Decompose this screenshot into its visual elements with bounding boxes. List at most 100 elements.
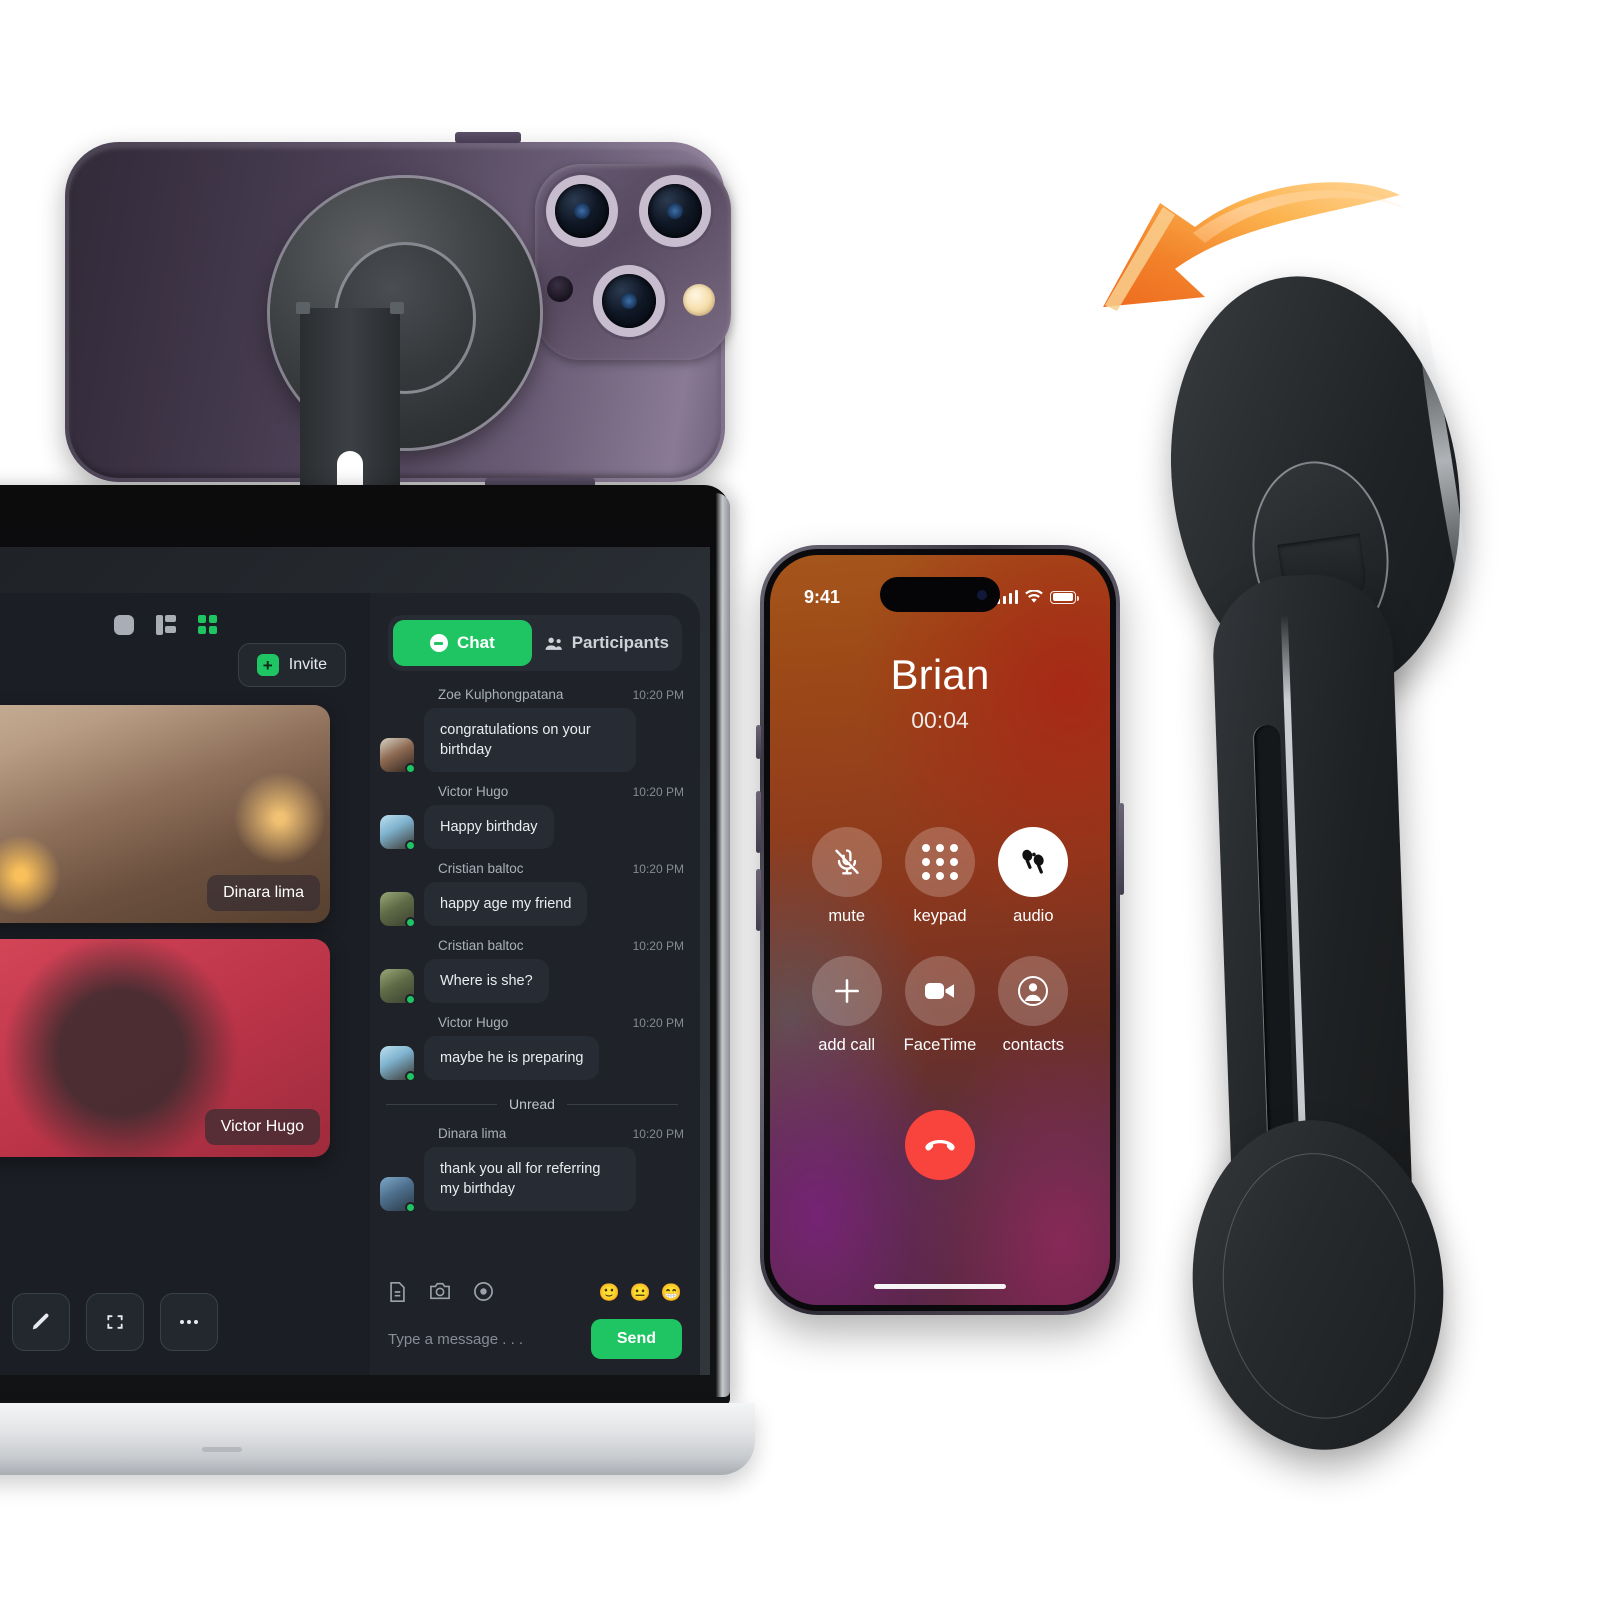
annotate-button[interactable] <box>12 1293 70 1351</box>
message-time: 10:20 PM <box>632 785 684 799</box>
avatar <box>380 815 416 851</box>
fullscreen-icon <box>107 1315 123 1329</box>
chat-message: Victor Hugo 10:20 PM maybe he is prepari… <box>380 1015 684 1082</box>
call-stage-panel: Group + Invite <box>0 593 370 1375</box>
grid-view-icon[interactable] <box>198 615 218 635</box>
iphone-display: 9:41 Brian 00:04 mute keypad audio add c… <box>770 555 1110 1305</box>
right-product-standalone-mount <box>1141 255 1505 1461</box>
online-status-dot <box>405 994 416 1005</box>
send-button[interactable]: Send <box>590 1319 682 1359</box>
message-header: Dinara lima 10:20 PM <box>438 1126 684 1141</box>
message-time: 10:20 PM <box>632 1016 684 1030</box>
message-author: Cristian baltoc <box>438 861 524 876</box>
message-row: maybe he is preparing <box>380 1036 684 1082</box>
record-icon[interactable] <box>473 1281 494 1302</box>
video-camera-icon <box>904 956 975 1026</box>
avatar <box>380 738 416 774</box>
camera-lens-icon <box>555 184 609 238</box>
iphone-power-button <box>1119 803 1124 895</box>
mount-bottom-disc <box>1179 1109 1457 1461</box>
chat-message: Zoe Kulphongpatana 10:20 PM congratulati… <box>380 687 684 774</box>
plus-icon: + <box>256 654 279 676</box>
invite-button[interactable]: + Invite <box>237 643 346 687</box>
keypad-control[interactable]: keypad <box>893 827 986 926</box>
person-circle-icon <box>998 956 1069 1026</box>
macbook-pro: Group + Invite <box>0 485 880 1485</box>
camera-island <box>535 164 731 360</box>
mount-tab-left <box>296 302 310 314</box>
facetime-control[interactable]: FaceTime <box>893 956 986 1055</box>
call-controls-bar: End call <box>0 1265 370 1375</box>
chat-message-list[interactable]: Zoe Kulphongpatana 10:20 PM congratulati… <box>370 671 700 1281</box>
attachment-icons <box>388 1281 494 1303</box>
message-bubble: happy age my friend <box>424 882 588 926</box>
message-time: 10:20 PM <box>632 688 684 702</box>
avatar <box>380 892 416 928</box>
end-call-button[interactable] <box>905 1110 975 1180</box>
message-author: Zoe Kulphongpatana <box>438 687 564 702</box>
add-call-control[interactable]: add call <box>800 956 893 1055</box>
composer-toolbar: 🙂 😐 😁 <box>388 1281 682 1303</box>
video-tile-grid: Dinara lima Victor Hugo <box>0 705 370 1173</box>
message-time: 10:20 PM <box>632 862 684 876</box>
camera-icon[interactable] <box>429 1281 451 1301</box>
message-input[interactable]: Type a message . . . <box>388 1331 523 1348</box>
message-header: Cristian baltoc 10:20 PM <box>438 938 684 953</box>
macbook-brand-label: MacBook Pro <box>0 1365 40 1396</box>
emoji-reaction[interactable]: 😁 <box>661 1284 682 1301</box>
camera-lens-icon <box>648 184 702 238</box>
emoji-reaction[interactable]: 🙂 <box>598 1284 619 1301</box>
video-tile[interactable]: Dinara lima <box>0 705 330 923</box>
video-tile[interactable]: Victor Hugo <box>0 939 330 1157</box>
sidebar-view-icon[interactable] <box>156 615 176 635</box>
more-options-button[interactable] <box>160 1293 218 1351</box>
dynamic-island <box>880 577 1000 612</box>
message-row: happy age my friend <box>380 882 684 928</box>
audio-control[interactable]: audio <box>987 827 1080 926</box>
online-status-dot <box>405 917 416 928</box>
audio-label: audio <box>1013 907 1054 925</box>
tab-participants[interactable]: Participants <box>536 620 677 666</box>
lidar-icon <box>547 276 573 302</box>
document-icon[interactable] <box>388 1281 407 1303</box>
mute-control[interactable]: mute <box>800 827 893 926</box>
online-status-dot <box>405 1202 416 1213</box>
online-status-dot <box>405 1071 416 1082</box>
airpods-icon <box>998 827 1069 897</box>
tab-chat[interactable]: Chat <box>393 620 532 666</box>
status-time: 9:41 <box>804 586 841 607</box>
message-author: Dinara lima <box>438 1126 507 1141</box>
mic-off-icon <box>811 827 882 897</box>
speaker-view-icon[interactable] <box>114 615 134 635</box>
chat-message: Cristian baltoc 10:20 PM happy age my fr… <box>380 861 684 928</box>
emoji-reaction[interactable]: 😐 <box>630 1284 651 1301</box>
macbook-base <box>0 1403 755 1475</box>
chat-message: Cristian baltoc 10:20 PM Where is she? <box>380 938 684 1005</box>
message-header: Cristian baltoc 10:20 PM <box>438 861 684 876</box>
fullscreen-button[interactable] <box>86 1293 144 1351</box>
status-indicators <box>996 590 1079 604</box>
chat-message: Victor Hugo 10:20 PM Happy birthday <box>380 784 684 851</box>
divider-line <box>386 1103 498 1105</box>
avatar <box>380 969 416 1005</box>
message-header: Zoe Kulphongpatana 10:20 PM <box>438 687 684 702</box>
participant-name-label: Dinara lima <box>207 875 320 911</box>
message-bubble: thank you all for referring my birthday <box>424 1147 636 1211</box>
keypad-label: keypad <box>913 907 967 925</box>
message-time: 10:20 PM <box>632 1127 684 1141</box>
wifi-icon <box>1025 590 1043 603</box>
avatar <box>380 1177 416 1213</box>
camera-lens-icon <box>602 274 656 328</box>
plus-icon <box>811 956 882 1026</box>
message-composer: 🙂 😐 😁 Type a message . . . Send <box>370 1281 700 1375</box>
message-time: 10:20 PM <box>632 939 684 953</box>
message-bubble: congratulations on your birthday <box>424 708 636 772</box>
call-duration: 00:04 <box>911 707 969 733</box>
keypad-icon <box>904 827 975 897</box>
message-bubble: maybe he is preparing <box>424 1036 600 1080</box>
chat-panel: Chat Participants Zoe Kulphongpatana 10:… <box>370 593 700 1375</box>
iphone-volume-up <box>756 791 761 853</box>
iphone-mute-switch <box>756 725 761 759</box>
chat-bubble-icon <box>429 634 448 652</box>
contacts-control[interactable]: contacts <box>987 956 1080 1055</box>
